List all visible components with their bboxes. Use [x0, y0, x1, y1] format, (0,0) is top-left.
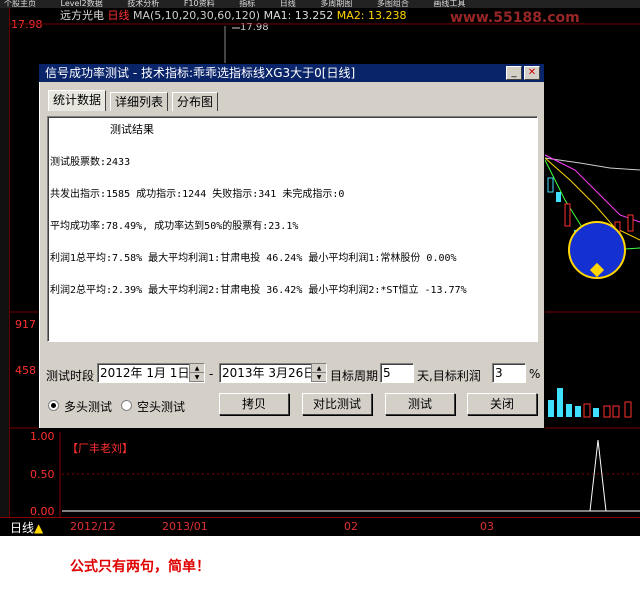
period-switch-label: 日线 [10, 521, 35, 535]
compare-test-button[interactable]: 对比测试 [302, 393, 372, 415]
time-tick: 02 [344, 520, 358, 533]
result-success-rate: 平均成功率:78.49%, 成功率达到50%的股票有:23.1% [50, 221, 299, 232]
close-button[interactable]: 关闭 [467, 393, 537, 415]
tab-distribution[interactable]: 分布图 [172, 92, 219, 111]
target-profit-input[interactable]: 3 [492, 363, 526, 383]
time-tick: 03 [480, 520, 494, 533]
end-date-value: 2013年 3月26日 [222, 366, 316, 380]
tab-statistics[interactable]: 统计数据 [48, 90, 107, 111]
end-date-picker[interactable]: 2013年 3月26日 ▲ ▼ [219, 363, 327, 383]
dialog-title-bar[interactable]: 信号成功率测试 - 技术指标:乖乖选指标线XG3大于0[日线] _ ✕ [39, 64, 544, 82]
run-test-button[interactable]: 测试 [385, 393, 455, 415]
long-test-radio[interactable] [48, 400, 59, 411]
spin-down-icon[interactable]: ▼ [190, 373, 204, 382]
period-switch-button[interactable]: 日线▲ [10, 519, 43, 536]
tab-detail-list[interactable]: 详细列表 [110, 92, 169, 111]
start-date-value: 2012年 1月 1日 [100, 366, 190, 380]
spin-up-icon[interactable]: ▲ [190, 364, 204, 373]
result-profit2: 利润2总平均:2.39% 最大平均利润2:甘肃电投 36.42% 最小平均利润2… [50, 285, 467, 296]
result-text-area[interactable]: 测试结果 测试股票数:2433 共发出指示:1585 成功指示:1244 失败指… [47, 116, 538, 342]
time-tick: 2012/12 [70, 520, 116, 533]
minimize-button[interactable]: _ [506, 66, 522, 80]
result-signals: 共发出指示:1585 成功指示:1244 失败指示:341 未完成指示:0 [50, 189, 345, 200]
start-date-spinner[interactable]: ▲ ▼ [189, 364, 204, 382]
short-test-radio[interactable] [121, 400, 132, 411]
close-icon: ✕ [527, 67, 537, 78]
test-period-label: 测试时段 [46, 369, 95, 383]
percent-sign: % [529, 367, 541, 381]
triangle-up-icon: ▲ [34, 521, 44, 535]
dialog-title: 信号成功率测试 - 技术指标:乖乖选指标线XG3大于0[日线] [45, 66, 356, 80]
spin-up-icon[interactable]: ▲ [312, 364, 326, 373]
target-period-label: 目标周期 [330, 369, 379, 383]
signal-test-dialog: 信号成功率测试 - 技术指标:乖乖选指标线XG3大于0[日线] _ ✕ 统计数据… [38, 63, 545, 429]
target-period-input[interactable]: 5 [380, 363, 414, 383]
dialog-tabs: 统计数据 详细列表 分布图 [48, 90, 222, 112]
copy-button[interactable]: 拷贝 [219, 393, 289, 415]
indicator-axis-label: 0.50 [30, 468, 55, 481]
result-profit1: 利润1总平均:7.58% 最大平均利润1:甘肃电投 46.24% 最小平均利润1… [50, 253, 457, 264]
target-profit-label: 天,目标利润 [417, 369, 481, 383]
time-tick: 2013/01 [162, 520, 208, 533]
result-stock-count: 测试股票数:2433 [50, 157, 131, 168]
short-test-label[interactable]: 空头测试 [137, 398, 185, 415]
start-date-picker[interactable]: 2012年 1月 1日 ▲ ▼ [97, 363, 205, 383]
minimize-icon: _ [511, 67, 517, 78]
long-test-label[interactable]: 多头测试 [64, 398, 112, 415]
caption-text: 公式只有两句，简单！ [70, 559, 210, 575]
end-date-spinner[interactable]: ▲ ▼ [311, 364, 326, 382]
date-range-dash: - [209, 367, 214, 381]
close-window-button[interactable]: ✕ [524, 66, 540, 80]
spin-down-icon[interactable]: ▼ [312, 373, 326, 382]
indicator-name-label: 【厂丰老刘】 [67, 442, 133, 455]
result-title: 测试结果 [110, 123, 154, 136]
time-axis-bar: 日线▲ 2012/12 2013/01 02 03 [0, 517, 640, 536]
indicator-axis-label: 1.00 [30, 430, 55, 443]
